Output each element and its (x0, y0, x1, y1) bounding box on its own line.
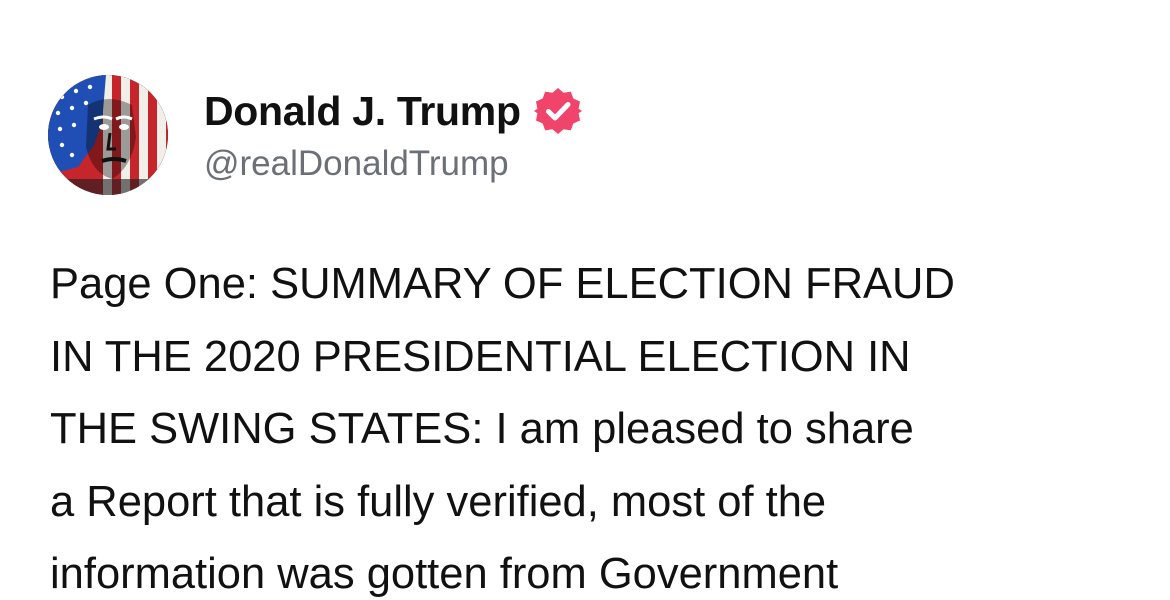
post-body-line: information was gotten from Government (50, 550, 839, 598)
avatar[interactable] (48, 75, 168, 195)
post-body-line: Page One: SUMMARY OF ELECTION FRAUD (50, 260, 955, 308)
post-card: Donald J. Trump @realDonaldTrump Page On… (0, 0, 1170, 600)
name-row: Donald J. Trump (204, 86, 583, 136)
author-display-name[interactable]: Donald J. Trump (204, 88, 521, 135)
author-handle[interactable]: @realDonaldTrump (204, 144, 583, 184)
post-header: Donald J. Trump @realDonaldTrump (48, 74, 583, 196)
verified-badge-icon (533, 86, 583, 136)
avatar-image (48, 75, 168, 195)
post-body: Page One: SUMMARY OF ELECTION FRAUD IN T… (50, 248, 1140, 600)
post-body-line: THE SWING STATES: I am pleased to share (50, 405, 914, 453)
author-info: Donald J. Trump @realDonaldTrump (204, 86, 583, 184)
post-body-line: a Report that is fully verified, most of… (50, 477, 827, 526)
post-body-line: IN THE 2020 PRESIDENTIAL ELECTION IN (50, 332, 911, 381)
